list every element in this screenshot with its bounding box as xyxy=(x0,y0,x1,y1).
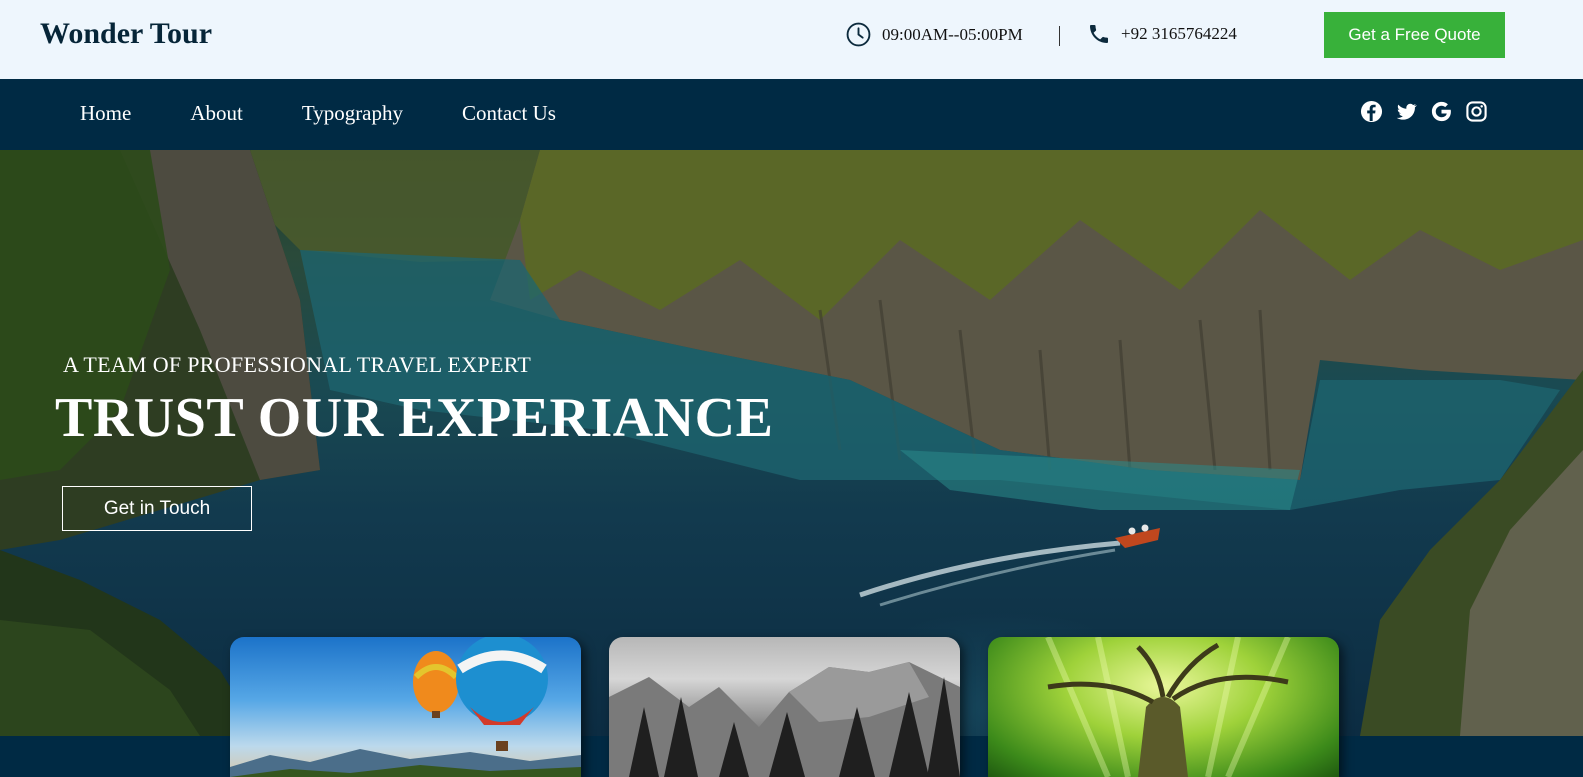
top-bar: Wonder Tour 09:00AM--05:00PM +92 3165764… xyxy=(0,0,1583,79)
get-in-touch-button[interactable]: Get in Touch xyxy=(62,486,252,531)
twitter-icon[interactable] xyxy=(1395,100,1418,123)
clock-icon xyxy=(846,22,871,47)
brand-logo[interactable]: Wonder Tour xyxy=(40,17,212,51)
card-green-tree[interactable] xyxy=(988,637,1339,777)
instagram-icon[interactable] xyxy=(1465,100,1488,123)
phone-icon xyxy=(1090,25,1108,43)
nav-link-home[interactable]: Home xyxy=(80,101,131,126)
card-mountain-forest[interactable] xyxy=(609,637,960,777)
header-divider xyxy=(1059,26,1060,46)
phone-number[interactable]: +92 3165764224 xyxy=(1087,22,1237,46)
free-quote-button[interactable]: Get a Free Quote xyxy=(1324,12,1505,58)
nav-link-typography[interactable]: Typography xyxy=(302,101,403,126)
nav-links: Home About Typography Contact Us xyxy=(80,101,615,126)
green-tree-image xyxy=(1045,637,1291,777)
social-links xyxy=(1360,100,1488,123)
business-hours: 09:00AM--05:00PM xyxy=(846,22,1023,47)
hero-title: TRUST OUR EXPERIANCE xyxy=(55,387,774,449)
mountain-forest-image xyxy=(609,662,960,777)
hours-text: 09:00AM--05:00PM xyxy=(882,24,1023,44)
hero-subtitle: A TEAM OF PROFESSIONAL TRAVEL EXPERT xyxy=(63,352,532,377)
facebook-icon[interactable] xyxy=(1360,100,1383,123)
card-hot-air-balloons[interactable] xyxy=(230,637,581,777)
main-nav: Home About Typography Contact Us xyxy=(0,79,1583,150)
google-icon[interactable] xyxy=(1430,100,1453,123)
nav-link-about[interactable]: About xyxy=(190,101,243,126)
hot-air-balloons-image xyxy=(230,637,581,777)
phone-text: +92 3165764224 xyxy=(1121,24,1237,43)
nav-link-contact-us[interactable]: Contact Us xyxy=(462,101,556,126)
